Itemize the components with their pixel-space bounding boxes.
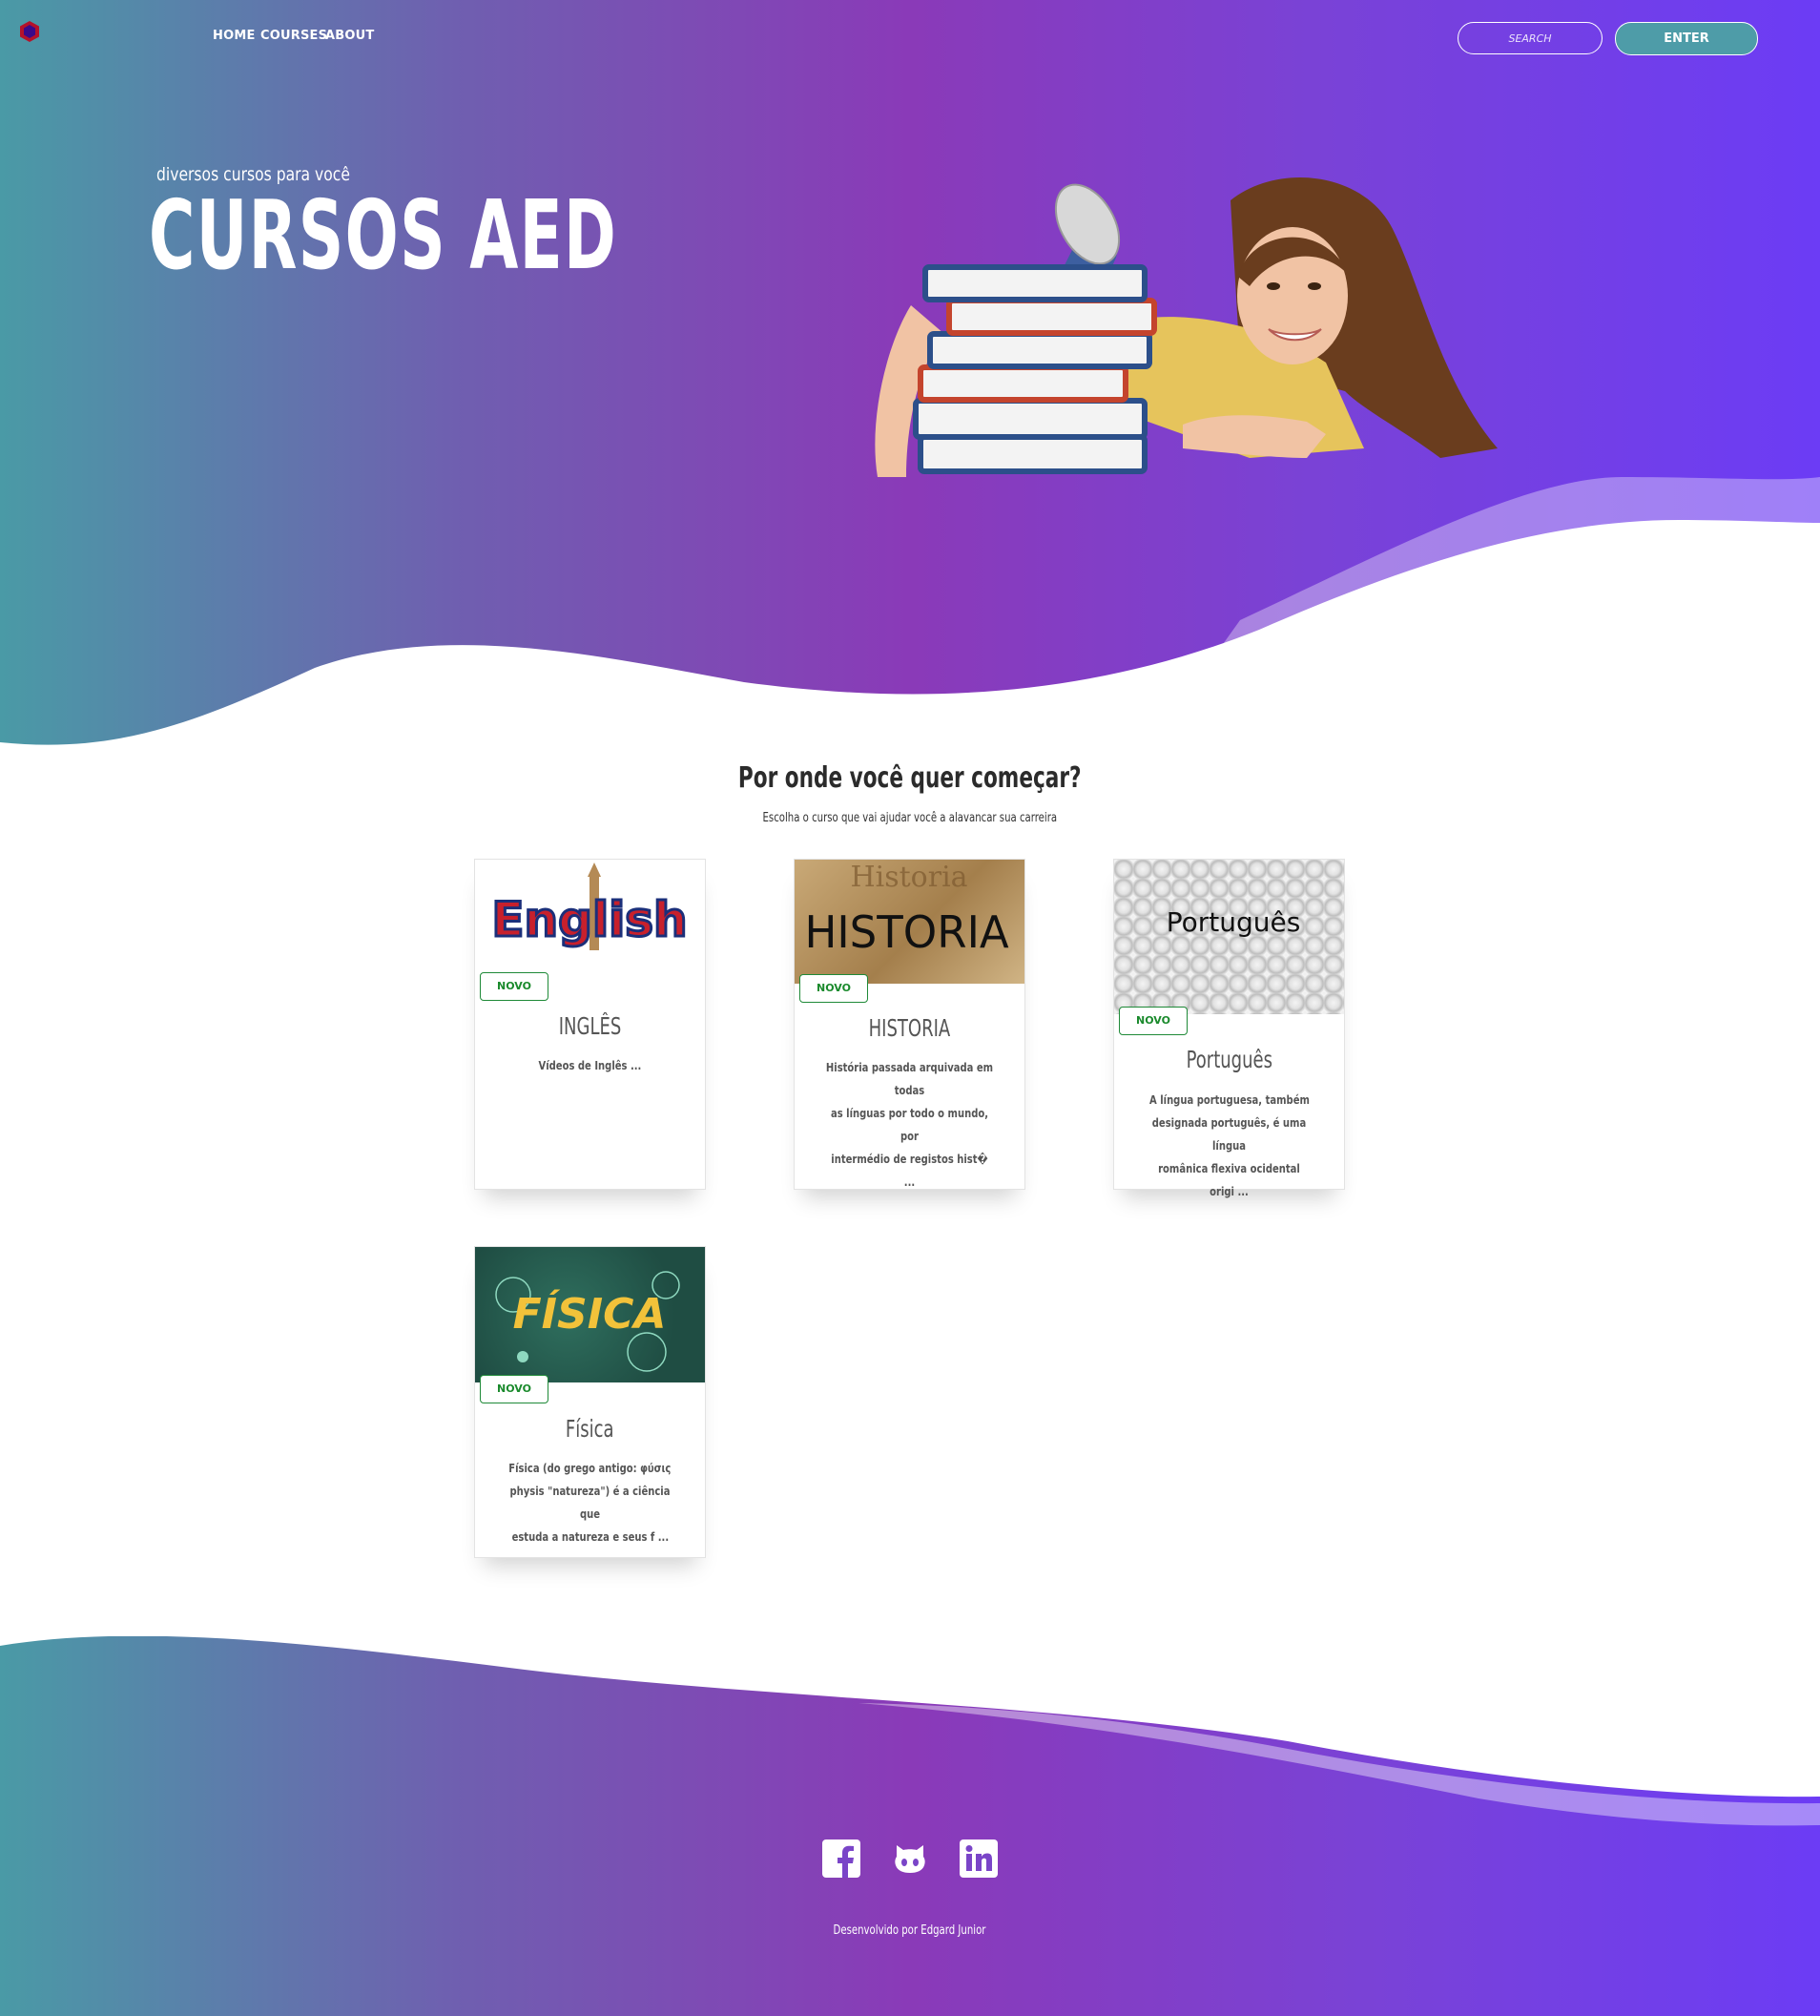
card-title: INGLÊS [558, 1012, 622, 1040]
student-with-books-illustration [875, 177, 1498, 477]
card-description: A língua portuguesa, também designada po… [1148, 1092, 1310, 1198]
card-title: Física [566, 1415, 614, 1443]
nav-about-link[interactable]: ABOUT [325, 29, 374, 43]
novo-badge: NOVO [480, 1375, 548, 1403]
github-icon[interactable] [891, 1839, 929, 1878]
footer [0, 1636, 1820, 2016]
footer-credit: Desenvolvido por Edgard Junior [834, 1923, 986, 1938]
novo-badge: NOVO [799, 974, 868, 1003]
english-image-text: English [491, 892, 687, 947]
fisica-course-image: FÍSICA [475, 1247, 705, 1382]
book-stack [913, 264, 1157, 474]
historia-image-text: HISTORIA [804, 907, 1008, 959]
card-description: Vídeos de Inglês ... [538, 1058, 642, 1072]
card-title: Português [1186, 1046, 1272, 1073]
facebook-icon[interactable] [822, 1839, 860, 1878]
historia-course-image: Historia HISTORIA [795, 860, 1024, 984]
course-card-fisica[interactable]: FÍSICA NOVO Física Física (do grego anti… [474, 1246, 706, 1558]
courses-heading: Por onde você quer começar? [738, 761, 1082, 795]
novo-badge: NOVO [480, 972, 548, 1001]
fisica-image-text: FÍSICA [513, 1288, 667, 1339]
portugues-image-text: Português [1167, 906, 1301, 938]
course-card-portugues[interactable]: Português NOVO Português A língua portug… [1113, 859, 1345, 1198]
novo-badge: NOVO [1119, 1007, 1188, 1035]
portugues-course-image: Português [1114, 860, 1344, 1014]
enter-button[interactable]: ENTER [1615, 22, 1758, 55]
footer-wave [0, 1636, 1820, 2016]
hero-title: CURSOS AED [149, 179, 618, 291]
historia-script-text: Historia [850, 861, 967, 894]
course-card-historia[interactable]: Historia HISTORIA NOVO HISTORIA História… [794, 859, 1025, 1190]
linkedin-icon[interactable] [960, 1839, 998, 1878]
card-title: HISTORIA [868, 1014, 951, 1042]
search-input[interactable] [1458, 22, 1603, 54]
courses-subheading: Escolha o curso que vai ajudar você a al… [762, 811, 1058, 825]
card-description: História passada arquivada em todas as l… [825, 1060, 994, 1189]
english-course-image: English [475, 860, 705, 974]
card-description: Física (do grego antigo: φύσις physis "n… [508, 1461, 672, 1544]
nav-home-link[interactable]: HOME [213, 29, 256, 43]
hero-section: HOME COURSES ABOUT ENTER diversos cursos… [0, 0, 1820, 754]
course-card-ingles[interactable]: English NOVO INGLÊS Vídeos de Inglês ... [474, 859, 706, 1190]
logo-icon[interactable] [17, 19, 42, 44]
nav-courses-link[interactable]: COURSES [260, 29, 327, 43]
